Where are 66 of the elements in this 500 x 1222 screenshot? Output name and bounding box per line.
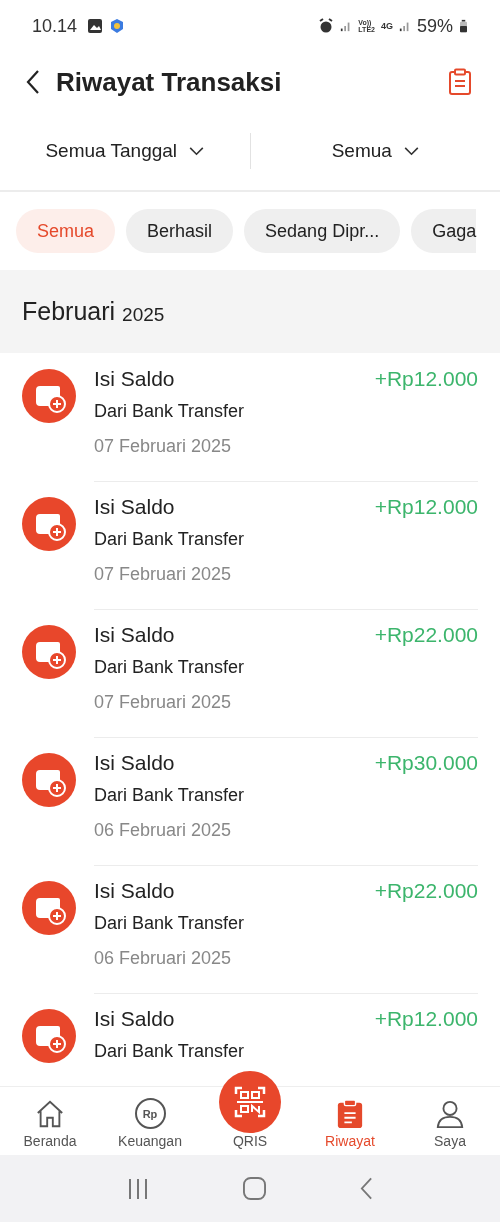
transaction-title: Isi Saldo	[94, 879, 175, 903]
transaction-amount: +Rp22.000	[374, 879, 478, 903]
home-icon	[35, 1099, 65, 1129]
transaction-item[interactable]: Isi Saldo +Rp12.000 Dari Bank Transfer 07 Februari 2025	[0, 353, 500, 481]
rupiah-icon: Rp	[134, 1098, 166, 1129]
transaction-amount: +Rp30.000	[374, 751, 478, 775]
nav-tab[interactable]: QRIS	[200, 1065, 300, 1155]
chevron-down-icon	[403, 146, 419, 156]
filter-chip[interactable]: Sedang Dipr...	[244, 209, 401, 253]
wallet-add-icon	[22, 1009, 76, 1063]
transaction-source: Dari Bank Transfer	[94, 401, 245, 422]
transaction-amount: +Rp22.000	[374, 623, 478, 647]
home-button-icon[interactable]	[243, 1177, 266, 1200]
transaction-amount: +Rp12.000	[374, 495, 478, 519]
transaction-date: 06 Februari 2025	[94, 820, 232, 841]
wallet-add-icon	[22, 753, 76, 807]
month-label: Februari	[22, 297, 116, 326]
transaction-date: 06 Februari 2025	[94, 948, 232, 969]
transaction-title: Isi Saldo	[94, 751, 175, 775]
nav-tab[interactable]: Rp Keuangan	[100, 1087, 200, 1155]
clipboard-icon	[336, 1099, 364, 1129]
transaction-date: 07 Februari 2025	[94, 692, 232, 713]
wallet-add-icon	[22, 881, 76, 935]
transaction-date: 07 Februari 2025	[94, 436, 232, 457]
image-icon	[87, 18, 104, 34]
transaction-title: Isi Saldo	[94, 495, 175, 519]
nav-tab[interactable]: Beranda	[0, 1087, 100, 1155]
nav-tab[interactable]: Saya	[400, 1087, 500, 1155]
transaction-item[interactable]: Isi Saldo +Rp12.000 Dari Bank Transfer	[0, 993, 500, 1063]
clipboard-icon[interactable]	[448, 68, 472, 96]
transaction-title: Isi Saldo	[94, 1007, 175, 1031]
transaction-amount: +Rp12.000	[374, 1007, 478, 1031]
transaction-item[interactable]: Isi Saldo +Rp30.000 Dari Bank Transfer 06 Februari 2025	[0, 737, 500, 865]
filter-chip[interactable]: Semua	[16, 209, 116, 253]
nav-tab[interactable]: Riwayat	[300, 1087, 400, 1155]
transaction-date: 07 Februari 2025	[94, 564, 232, 585]
transaction-item[interactable]: Isi Saldo +Rp12.000 Dari Bank Transfer 07 Februari 2025	[0, 481, 500, 609]
back-icon[interactable]	[26, 69, 40, 95]
transaction-source: Dari Bank Transfer	[94, 1041, 245, 1062]
filter-chip[interactable]: Berhasil	[126, 209, 234, 253]
filter-dropdown[interactable]: Semua	[250, 139, 500, 163]
alarm-icon	[318, 18, 335, 34]
filter-chip[interactable]: Gaga	[411, 209, 477, 253]
page-title: Riwayat Transaksi	[56, 66, 282, 98]
chevron-down-icon	[189, 146, 205, 156]
transaction-source: Dari Bank Transfer	[94, 529, 245, 550]
person-icon	[435, 1099, 465, 1129]
transaction-title: Isi Saldo	[94, 623, 175, 647]
wallet-add-icon	[22, 625, 76, 679]
data-type-label: 4G	[380, 21, 393, 31]
status-time: 10.14	[32, 15, 78, 37]
wallet-add-icon	[22, 497, 76, 551]
transaction-source: Dari Bank Transfer	[94, 913, 245, 934]
transaction-source: Dari Bank Transfer	[94, 657, 245, 678]
transaction-item[interactable]: Isi Saldo +Rp22.000 Dari Bank Transfer 06 Februari 2025	[0, 865, 500, 993]
transaction-amount: +Rp12.000	[374, 367, 478, 391]
wallet-add-icon	[22, 369, 76, 423]
battery-icon	[459, 19, 468, 33]
year-label: 2025	[122, 303, 165, 326]
filter-dropdown[interactable]: Semua Tanggal	[0, 139, 250, 163]
transaction-source: Dari Bank Transfer	[94, 785, 245, 806]
transaction-title: Isi Saldo	[94, 367, 175, 391]
transaction-item[interactable]: Isi Saldo +Rp22.000 Dari Bank Transfer 07 Februari 2025	[0, 609, 500, 737]
recents-icon[interactable]	[127, 1177, 149, 1200]
battery-percent: 59%	[416, 15, 453, 37]
shield-icon	[109, 18, 126, 34]
